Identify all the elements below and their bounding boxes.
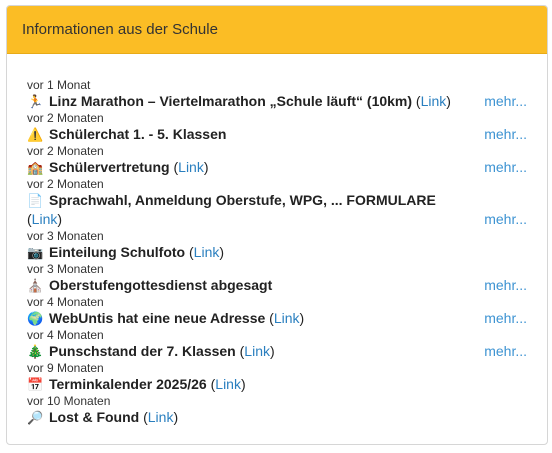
globe-icon: 🌍 (27, 311, 44, 326)
item-row: ⛪ Oberstufengottesdienst abgesagt mehr... (27, 276, 527, 295)
item-title: Linz Marathon – Viertelmarathon „Schule … (49, 93, 413, 109)
item-main: 🏫 Schülervertretung (Link) (27, 159, 209, 175)
item-link[interactable]: Link (244, 343, 270, 359)
item-row: 📄 Sprachwahl, Anmeldung Oberstufe, WPG, .… (27, 191, 527, 229)
item-link[interactable]: Link (148, 409, 174, 425)
item-row: ⚠️ Schülerchat 1. - 5. Klassen mehr... (27, 125, 527, 144)
item-row: 🌍 WebUntis hat eine neue Adresse (Link) me… (27, 309, 527, 328)
camera-icon: 📷 (27, 245, 44, 260)
item-title: Punschstand der 7. Klassen (49, 343, 236, 359)
more-link[interactable]: mehr... (484, 309, 527, 328)
item-date: vor 3 Monaten (27, 229, 104, 243)
item-date: vor 2 Monaten (27, 111, 104, 125)
item-main: 📷 Einteilung Schulfoto (Link) (27, 244, 225, 260)
item-date: vor 2 Monaten (27, 144, 104, 158)
church-icon: ⛪ (27, 278, 44, 293)
item-main: 🎄 Punschstand der 7. Klassen (Link) (27, 343, 275, 359)
news-item: vor 2 Monaten 🏫 Schülervertretung (Link) me… (27, 144, 527, 177)
item-date: vor 10 Monaten (27, 394, 111, 408)
panel-header: Informationen aus der Schule (7, 6, 547, 54)
item-title: Oberstufengottesdienst abgesagt (49, 277, 273, 293)
item-main: 📅 Terminkalender 2025/26 (Link) (27, 376, 246, 392)
item-link[interactable]: Link (215, 376, 241, 392)
item-row: 🏃 Linz Marathon – Viertelmarathon „Schule… (27, 92, 527, 111)
school-icon: 🏫 (27, 160, 44, 175)
item-title: Schülervertretung (49, 159, 170, 175)
news-item: vor 4 Monaten 🌍 WebUntis hat eine neue Adr… (27, 295, 527, 328)
runner-icon: 🏃 (27, 94, 44, 109)
document-icon: 📄 (27, 193, 44, 208)
item-link[interactable]: Link (194, 244, 220, 260)
news-item: vor 2 Monaten 📄 Sprachwahl, Anmeldung Ober… (27, 177, 527, 229)
item-row: 📅 Terminkalender 2025/26 (Link) (27, 375, 527, 394)
news-item: vor 10 Monaten 🔎 Lost & Found (Link) (27, 394, 527, 427)
school-info-panel: Informationen aus der Schule vor 1 Monat… (6, 5, 548, 445)
item-main: 🌍 WebUntis hat eine neue Adresse (Link) (27, 310, 305, 326)
item-title: Schülerchat 1. - 5. Klassen (49, 126, 227, 142)
more-link[interactable]: mehr... (484, 210, 527, 229)
item-main: 📄 Sprachwahl, Anmeldung Oberstufe, WPG, .… (27, 192, 436, 227)
news-item: vor 3 Monaten ⛪ Oberstufengottesdienst abg… (27, 262, 527, 295)
item-main: 🔎 Lost & Found (Link) (27, 409, 179, 425)
item-main: 🏃 Linz Marathon – Viertelmarathon „Schule… (27, 93, 451, 109)
item-row: 📷 Einteilung Schulfoto (Link) (27, 243, 527, 262)
item-title: WebUntis hat eine neue Adresse (49, 310, 266, 326)
calendar-icon: 📅 (27, 377, 44, 392)
item-title: Einteilung Schulfoto (49, 244, 186, 260)
item-link[interactable]: Link (421, 93, 447, 109)
tree-icon: 🎄 (27, 344, 44, 359)
news-item: vor 3 Monaten 📷 Einteilung Schulfoto (Link… (27, 229, 527, 262)
news-item: vor 4 Monaten 🎄 Punschstand der 7. Klassen… (27, 328, 527, 361)
item-link[interactable]: Link (32, 211, 58, 227)
item-date: vor 1 Monat (27, 78, 91, 92)
warning-icon: ⚠️ (27, 127, 44, 142)
item-link[interactable]: Link (178, 159, 204, 175)
more-link[interactable]: mehr... (484, 92, 527, 111)
news-item: vor 9 Monaten 📅 Terminkalender 2025/26 (Li… (27, 361, 527, 394)
more-link[interactable]: mehr... (484, 158, 527, 177)
item-row: 🎄 Punschstand der 7. Klassen (Link) mehr..… (27, 342, 527, 361)
item-date: vor 9 Monaten (27, 361, 104, 375)
more-link[interactable]: mehr... (484, 342, 527, 361)
item-date: vor 4 Monaten (27, 295, 104, 309)
item-link[interactable]: Link (274, 310, 300, 326)
news-item: vor 1 Monat 🏃 Linz Marathon – Viertelmarat… (27, 78, 527, 111)
more-link[interactable]: mehr... (484, 125, 527, 144)
item-row: 🏫 Schülervertretung (Link) mehr... (27, 158, 527, 177)
item-main: ⛪ Oberstufengottesdienst abgesagt (27, 276, 272, 295)
item-title: Lost & Found (49, 409, 140, 425)
more-link[interactable]: mehr... (484, 276, 527, 295)
news-list: vor 1 Monat 🏃 Linz Marathon – Viertelmarat… (7, 54, 547, 427)
item-date: vor 2 Monaten (27, 177, 104, 191)
item-date: vor 4 Monaten (27, 328, 104, 342)
news-item: vor 2 Monaten ⚠️ Schülerchat 1. - 5. Klass… (27, 111, 527, 144)
magnifier-icon: 🔎 (27, 410, 44, 425)
item-title: Terminkalender 2025/26 (49, 376, 207, 392)
item-main: ⚠️ Schülerchat 1. - 5. Klassen (27, 125, 226, 144)
item-title: Sprachwahl, Anmeldung Oberstufe, WPG, ..… (49, 192, 436, 208)
item-date: vor 3 Monaten (27, 262, 104, 276)
panel-title: Informationen aus der Schule (22, 21, 218, 38)
item-row: 🔎 Lost & Found (Link) (27, 408, 527, 427)
